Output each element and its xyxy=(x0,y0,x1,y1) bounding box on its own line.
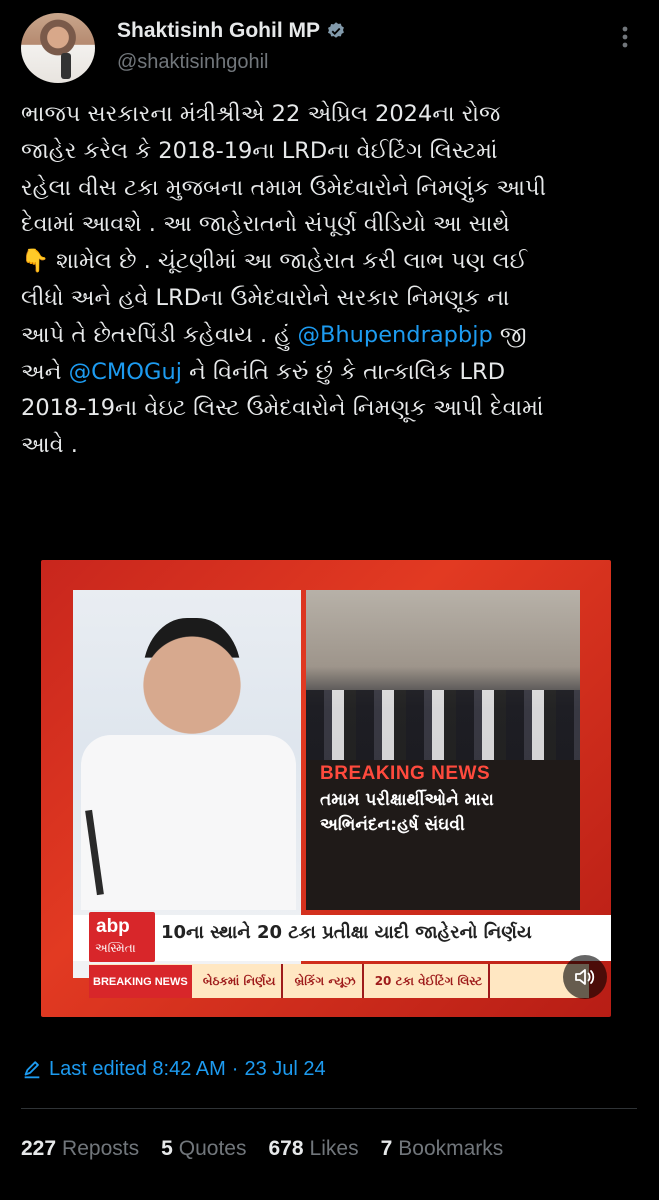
tweet-line: 2018-19ના વેઇટ લિસ્ટ ઉમેદવારોને નિમણૂક આ… xyxy=(21,395,544,422)
ticker-label: BREAKING NEWS xyxy=(89,965,192,998)
channel-logo: abp અસ્મિતા xyxy=(89,912,155,962)
tweet-line-text: આપે તે છેતરપિંડી કહેવાય . હું xyxy=(21,321,291,348)
ticker-item: બ્રેકિંગ ન્યૂઝ xyxy=(289,964,364,998)
tweet-header: Shaktisinh Gohil MP @shaktisinhgohil xyxy=(21,13,639,83)
lower-third-headline: 10ના સ્થાને 20 ટકા પ્રતીક્ષા યાદી જાહેરન… xyxy=(161,922,532,943)
news-ticker: BREAKING NEWS બેઠકમાં નિર્ણય બ્રેકિંગ ન્… xyxy=(89,964,589,998)
ticker-item: 20 ટકા વેઈટિંગ લિસ્ટ xyxy=(369,964,491,998)
divider xyxy=(21,1108,637,1109)
stat-reposts[interactable]: 227 Reposts xyxy=(21,1137,139,1161)
video-crowd xyxy=(306,690,580,760)
tweet-line-text: ને વિનંતિ કરું છું કે તાત્કાલિક LRD xyxy=(189,358,506,385)
avatar-microphone xyxy=(61,53,71,79)
breaking-news-headline: તમામ પરીક્ષાર્થીઓને મારા અભિનંદન:હર્ષ સં… xyxy=(320,790,494,835)
tweet-line: જાહેર કરેલ કે 2018-19ના LRDના વેઈટિંગ લિ… xyxy=(21,137,498,164)
ticker-item: બેઠકમાં નિર્ણય xyxy=(197,964,284,998)
last-edited-label[interactable]: Last edited 8:42 AM xyxy=(49,1058,226,1081)
tweet-line-text: અને xyxy=(21,358,62,385)
tweet-line: આવે . xyxy=(21,432,78,459)
stat-quotes[interactable]: 5 Quotes xyxy=(161,1137,246,1161)
mention-link[interactable]: @CMOGuj xyxy=(69,359,182,385)
author-display-name[interactable]: Shaktisinh Gohil MP xyxy=(117,19,320,43)
tweet-line: 👇 શામેલ છે . ચૂંટણીમાં આ જાહેરાત કરી લાભ… xyxy=(21,248,527,275)
tweet-line: ભાજપ સરકારના મંત્રીશ્રીએ 22 એપ્રિલ 2024ન… xyxy=(21,101,501,127)
breaking-news-label: BREAKING NEWS xyxy=(320,763,491,784)
stat-count: 227 xyxy=(21,1137,57,1160)
tweet-line-with-mention: અને @CMOGuj ને વિનંતિ કરું છું કે તાત્કા… xyxy=(21,354,641,391)
tweet-line: રહેલા વીસ ટકા મુજબના તમામ ઉમેદવારોને નિમ… xyxy=(21,174,547,201)
stat-count: 5 xyxy=(161,1137,173,1160)
stat-label: Quotes xyxy=(178,1137,247,1160)
tweet-line: લીધો અને હવે LRDના ઉમેદવારોને સરકાર નિમણ… xyxy=(21,284,510,311)
edit-history-row[interactable]: Last edited 8:42 AM · 23 Jul 24 xyxy=(21,1058,326,1081)
video-person-body xyxy=(81,735,296,910)
stat-label: Likes xyxy=(309,1137,359,1160)
stat-label: Reposts xyxy=(62,1137,140,1160)
stat-label: Bookmarks xyxy=(398,1137,504,1160)
channel-logo-text: abp xyxy=(96,916,130,937)
channel-logo-sub: અસ્મિતા xyxy=(95,941,136,955)
more-vertical-icon[interactable] xyxy=(611,23,639,51)
pencil-icon xyxy=(24,1060,40,1078)
breaking-news-box: BREAKING NEWS તમામ પરીક્ષાર્થીઓને મારા અ… xyxy=(306,760,580,910)
stat-likes[interactable]: 678 Likes xyxy=(269,1137,359,1161)
last-edited-date[interactable]: 23 Jul 24 xyxy=(244,1058,325,1081)
tweet-line: દેવામાં આવશે . આ જાહેરાતનો સંપૂર્ણ વીડિય… xyxy=(21,211,510,238)
stat-count: 678 xyxy=(268,1137,304,1160)
tweet-text: ભાજપ સરકારના મંત્રીશ્રીએ 22 એપ્રિલ 2024ન… xyxy=(21,96,641,464)
tweet-line-text: જી xyxy=(499,321,527,348)
author-handle[interactable]: @shaktisinhgohil xyxy=(117,51,269,74)
avatar[interactable] xyxy=(21,13,95,83)
speaker-muted-icon[interactable] xyxy=(563,955,607,999)
stat-bookmarks[interactable]: 7 Bookmarks xyxy=(381,1137,504,1161)
verified-badge-icon xyxy=(328,22,344,38)
author-name-row[interactable]: Shaktisinh Gohil MP xyxy=(117,19,346,43)
tweet-line-with-mention: આપે તે છેતરપિંડી કહેવાય . હું @Bhupendra… xyxy=(21,317,641,354)
edited-separator: · xyxy=(231,1058,239,1080)
video-player[interactable]: BREAKING NEWS તમામ પરીક્ષાર્થીઓને મારા અ… xyxy=(41,560,611,1017)
stat-count: 7 xyxy=(380,1137,393,1160)
video-inset-photo xyxy=(306,590,580,760)
engagement-stats: 227 Reposts 5 Quotes 678 Likes 7 Bookmarks xyxy=(21,1137,503,1161)
video-person-head xyxy=(143,618,241,740)
mention-link[interactable]: @Bhupendrapbjp xyxy=(297,322,492,348)
